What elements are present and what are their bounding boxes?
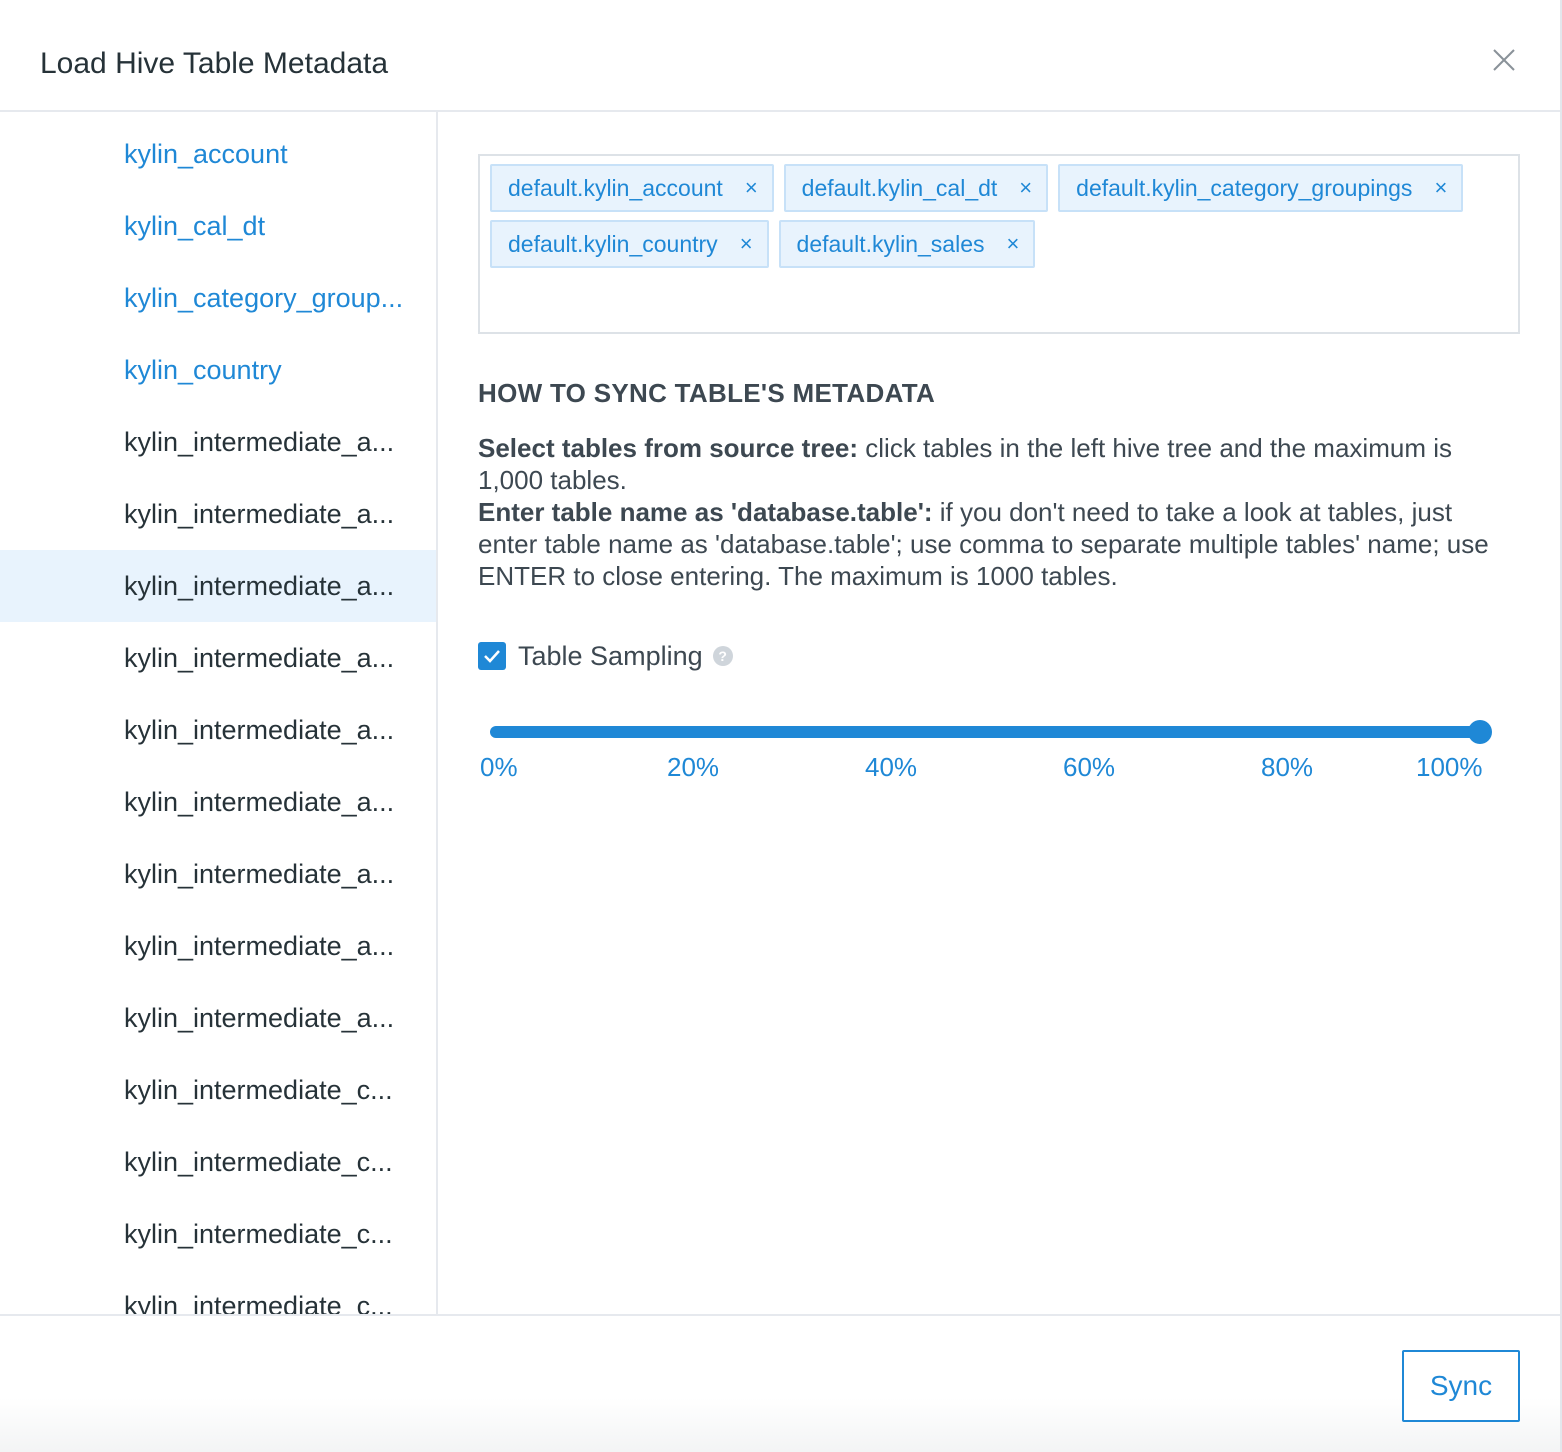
sampling-slider-track[interactable]	[490, 726, 1480, 738]
close-icon[interactable]	[1486, 42, 1522, 78]
check-icon	[484, 650, 500, 663]
tree-item[interactable]: kylin_account	[0, 118, 436, 190]
tree-item[interactable]: kylin_intermediate_a...	[0, 982, 436, 1054]
slider-mark-label: 40%	[865, 752, 918, 782]
tree-item[interactable]: kylin_intermediate_c...	[0, 1054, 436, 1126]
table-tag: default.kylin_country ×	[490, 220, 769, 268]
help-p1-heading: Select tables from source tree:	[478, 433, 859, 463]
tree-item[interactable]: kylin_intermediate_a...	[0, 910, 436, 982]
tree-item[interactable]: kylin_country	[0, 334, 436, 406]
tag-remove-icon[interactable]: ×	[745, 175, 758, 201]
tree-item[interactable]: kylin_intermediate_c...	[0, 1126, 436, 1198]
table-sampling-checkbox[interactable]	[478, 642, 506, 670]
help-p2-heading: Enter table name as 'database.table':	[478, 497, 933, 527]
table-tag-label: default.kylin_country	[508, 230, 718, 257]
table-tag: default.kylin_account ×	[490, 164, 774, 212]
sampling-slider-handle[interactable]	[1468, 720, 1492, 744]
load-hive-table-dialog: Load Hive Table Metadata kylin_account ky…	[0, 0, 1562, 1452]
tree-item[interactable]: kylin_intermediate_a...	[0, 694, 436, 766]
help-text: Select tables from source tree: click ta…	[478, 432, 1518, 592]
dialog-footer: Sync	[0, 1314, 1560, 1452]
slider-mark-label: 100%	[1416, 752, 1483, 782]
table-tag-label: default.kylin_sales	[796, 230, 985, 257]
tag-remove-icon[interactable]: ×	[1007, 231, 1020, 257]
table-sampling-label: Table Sampling	[518, 640, 703, 671]
table-tag: default.kylin_sales ×	[778, 220, 1036, 268]
dialog-title: Load Hive Table Metadata	[40, 47, 389, 80]
dialog-header: Load Hive Table Metadata	[0, 0, 1560, 112]
tree-item[interactable]: kylin_intermediate_a...	[0, 766, 436, 838]
help-title: HOW TO SYNC TABLE'S METADATA	[478, 378, 936, 408]
tree-item[interactable]: kylin_intermediate_a...	[0, 622, 436, 694]
tree-list: kylin_account kylin_cal_dt kylin_category_…	[0, 112, 436, 1314]
tree-item[interactable]: kylin_intermediate_a...	[0, 550, 436, 622]
table-tag-label: default.kylin_cal_dt	[801, 174, 998, 201]
table-tag-label: default.kylin_account	[508, 174, 723, 201]
tag-remove-icon[interactable]: ×	[1019, 175, 1032, 201]
table-tag: default.kylin_category_groupings ×	[1058, 164, 1464, 212]
question-icon[interactable]: ?	[712, 646, 733, 666]
table-name-input[interactable]: default.kylin_account × default.kylin_cal_…	[478, 154, 1520, 334]
slider-mark-label: 60%	[1063, 752, 1116, 782]
table-tag: default.kylin_cal_dt ×	[783, 164, 1049, 212]
tag-remove-icon[interactable]: ×	[740, 231, 753, 257]
tree-item[interactable]: kylin_intermediate_a...	[0, 838, 436, 910]
sync-button[interactable]: Sync	[1402, 1350, 1520, 1422]
tree-item[interactable]: kylin_intermediate_a...	[0, 478, 436, 550]
tree-item[interactable]: kylin_category_group...	[0, 262, 436, 334]
tag-remove-icon[interactable]: ×	[1434, 175, 1447, 201]
slider-mark-label: 0%	[480, 752, 518, 782]
table-tag-label: default.kylin_category_groupings	[1076, 174, 1413, 201]
slider-mark-label: 20%	[667, 752, 720, 782]
slider-mark-label: 80%	[1261, 752, 1314, 782]
table-sampling-row: Table Sampling ?	[478, 638, 733, 674]
tree-item[interactable]: kylin_intermediate_a...	[0, 406, 436, 478]
tree-item[interactable]: kylin_intermediate_c...	[0, 1198, 436, 1270]
hive-table-tree: kylin_account kylin_cal_dt kylin_category_…	[0, 112, 438, 1314]
tree-item[interactable]: kylin_cal_dt	[0, 190, 436, 262]
main-panel: default.kylin_account × default.kylin_cal_…	[438, 112, 1560, 1314]
tree-item[interactable]: kylin_intermediate_c...	[0, 1270, 436, 1314]
